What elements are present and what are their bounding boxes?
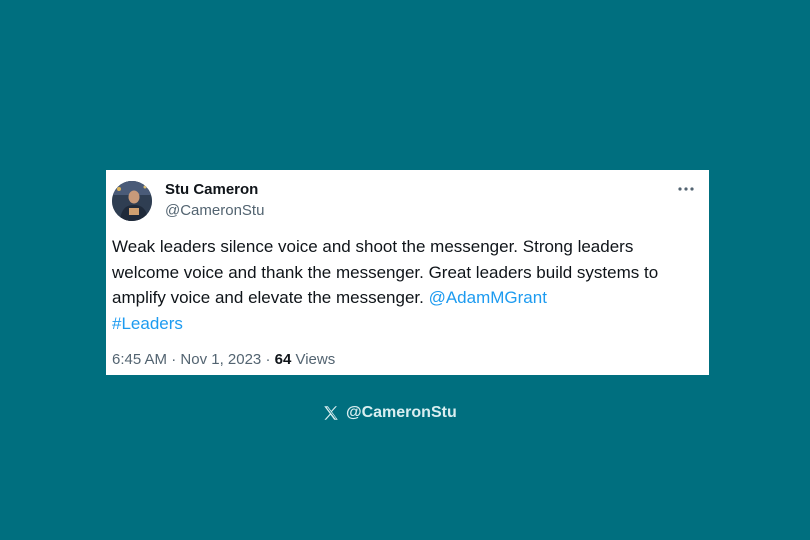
avatar[interactable] [112, 181, 152, 221]
x-logo-icon [324, 406, 338, 420]
more-horizontal-icon [678, 187, 694, 191]
mention-link[interactable]: @AdamMGrant [429, 288, 547, 307]
tweet-date[interactable]: Nov 1, 2023 [180, 351, 261, 368]
author-handle[interactable]: @CameronStu [165, 202, 264, 219]
views-label: Views [295, 351, 336, 368]
watermark-handle: @CameronStu [346, 404, 457, 421]
tweet-meta: 6:45 AM · Nov 1, 2023 · 64 Views [112, 351, 335, 368]
tweet-text: Weak leaders silence voice and shoot the… [112, 234, 702, 336]
hashtag-link[interactable]: #Leaders [112, 314, 183, 333]
meta-separator: · [265, 351, 271, 368]
tweet-time[interactable]: 6:45 AM [112, 351, 167, 368]
views-count[interactable]: 64 [275, 351, 292, 368]
avatar-image [112, 181, 152, 221]
tweet-card: Stu Cameron @CameronStu Weak leaders sil… [106, 170, 709, 375]
tweet-body: Weak leaders silence voice and shoot the… [112, 237, 659, 307]
author-name[interactable]: Stu Cameron [165, 181, 258, 198]
meta-separator: · [171, 351, 177, 368]
more-button[interactable] [675, 181, 697, 197]
watermark: @CameronStu [322, 404, 457, 422]
